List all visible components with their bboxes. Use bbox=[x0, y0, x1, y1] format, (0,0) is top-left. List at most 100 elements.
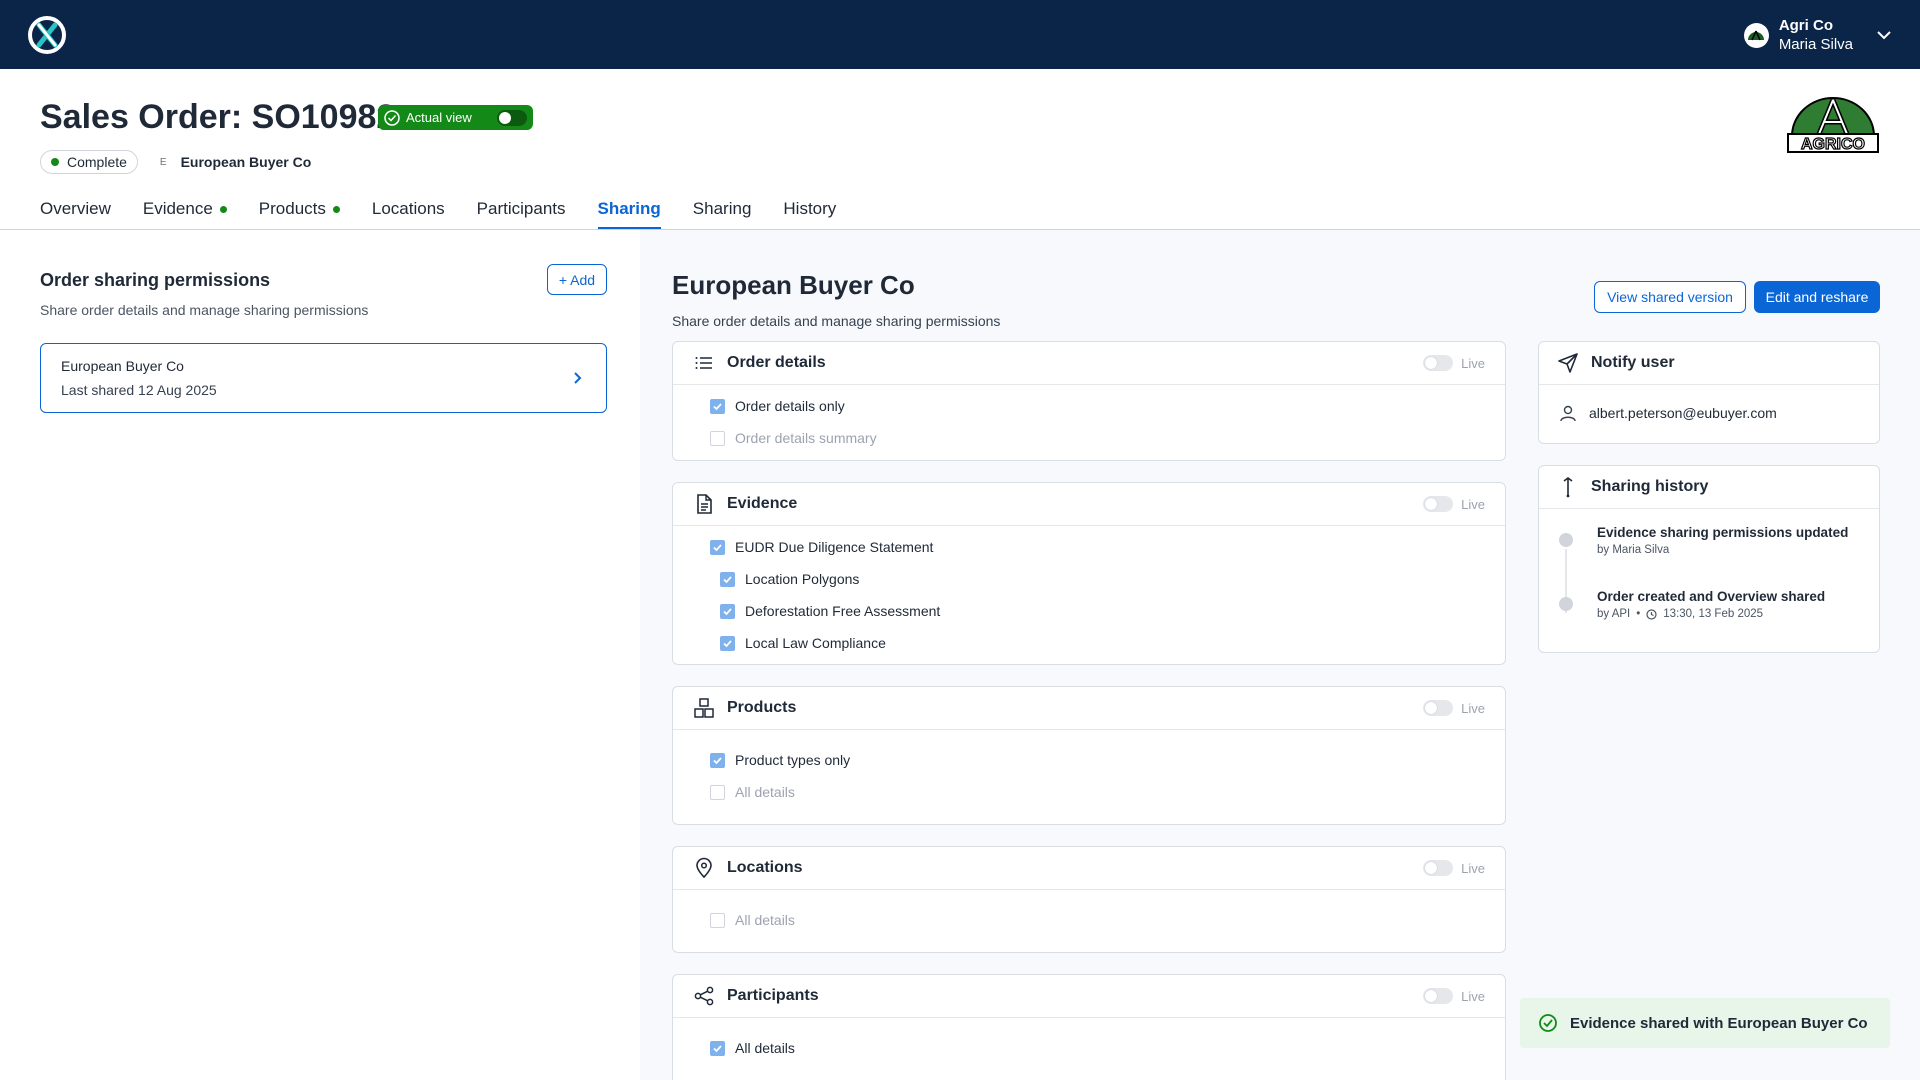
sharing-detail-panel: European Buyer Co Share order details an… bbox=[640, 230, 1920, 1080]
buyer-name: European Buyer Co bbox=[180, 154, 312, 170]
live-toggle[interactable]: Live bbox=[1423, 988, 1485, 1004]
actual-view-toggle[interactable]: Actual view bbox=[378, 105, 533, 130]
timeline-dot bbox=[1559, 597, 1573, 611]
option-eudr-dds[interactable]: EUDR Due Diligence Statement bbox=[673, 531, 1505, 563]
checkbox[interactable] bbox=[710, 430, 725, 446]
tab-indicator-dot bbox=[219, 205, 227, 213]
view-shared-version-button[interactable]: View shared version bbox=[1594, 281, 1746, 313]
section-title: Products bbox=[727, 699, 797, 716]
app-logo-icon[interactable] bbox=[27, 15, 67, 55]
tab-participants[interactable]: Participants bbox=[477, 193, 566, 225]
timeline-icon bbox=[1563, 477, 1573, 498]
tab-history[interactable]: History bbox=[783, 193, 836, 225]
top-bar: Agri Co Maria Silva bbox=[0, 0, 1920, 69]
option-order-details-summary[interactable]: Order details summary bbox=[673, 422, 1505, 454]
checkbox[interactable] bbox=[710, 1040, 725, 1056]
checkbox[interactable] bbox=[720, 603, 735, 619]
success-toast: Evidence shared with European Buyer Co bbox=[1520, 998, 1890, 1048]
checkbox[interactable] bbox=[710, 539, 725, 555]
tab-sharing-active[interactable]: Sharing bbox=[597, 193, 662, 229]
tab-sharing[interactable]: Sharing bbox=[693, 193, 752, 225]
checkbox[interactable] bbox=[710, 784, 725, 800]
toast-message: Evidence shared with European Buyer Co bbox=[1570, 1014, 1868, 1032]
live-toggle[interactable]: Live bbox=[1423, 860, 1485, 876]
tab-bar: Overview Evidence Products Locations Par… bbox=[40, 193, 836, 229]
history-item: Order created and Overview shared by API… bbox=[1559, 589, 1859, 653]
page-title: Sales Order: SO10982 bbox=[40, 98, 396, 136]
notify-user-row: albert.peterson@eubuyer.com bbox=[1539, 385, 1879, 441]
checkbox[interactable] bbox=[710, 912, 725, 928]
boxes-icon bbox=[694, 698, 714, 718]
checkbox[interactable] bbox=[710, 398, 725, 414]
recipient-name: European Buyer Co bbox=[61, 358, 184, 374]
buyer-initial: E bbox=[159, 156, 167, 168]
svg-text:AGRICO: AGRICO bbox=[1801, 136, 1865, 153]
notify-email: albert.peterson@eubuyer.com bbox=[1589, 405, 1777, 421]
live-switch[interactable] bbox=[1423, 355, 1454, 371]
notify-title: Notify user bbox=[1591, 354, 1675, 371]
history-item-by: by Maria Silva bbox=[1597, 544, 1670, 556]
timeline-dot bbox=[1559, 533, 1573, 547]
add-button[interactable]: + Add bbox=[547, 264, 607, 295]
org-avatar bbox=[1743, 22, 1769, 48]
clock-icon bbox=[1646, 608, 1657, 620]
live-toggle[interactable]: Live bbox=[1423, 355, 1485, 371]
option-location-polygons[interactable]: Location Polygons bbox=[673, 563, 1505, 595]
history-item-time: 13:30, 13 Feb 2025 bbox=[1663, 608, 1764, 620]
option-order-details-only[interactable]: Order details only bbox=[673, 390, 1505, 422]
user-name: Maria Silva bbox=[1778, 36, 1853, 53]
option-local-law-compliance[interactable]: Local Law Compliance bbox=[673, 627, 1505, 659]
option-all-details[interactable]: All details bbox=[673, 1032, 1505, 1064]
history-title: Sharing history bbox=[1591, 478, 1709, 495]
edit-and-reshare-button[interactable]: Edit and reshare bbox=[1754, 281, 1880, 313]
option-all-details[interactable]: All details bbox=[673, 776, 1505, 808]
last-shared-date: Last shared 12 Aug 2025 bbox=[61, 382, 217, 398]
option-all-details[interactable]: All details bbox=[673, 904, 1505, 936]
history-item: Evidence sharing permissions updated by … bbox=[1559, 525, 1859, 589]
status-badge: Complete bbox=[40, 150, 138, 174]
checkbox[interactable] bbox=[720, 635, 735, 651]
actual-view-label: Actual view bbox=[406, 110, 472, 125]
notify-user-card: Notify user albert.peterson@eubuyer.com bbox=[1538, 341, 1880, 444]
history-item-title: Order created and Overview shared bbox=[1597, 589, 1826, 604]
section-order-details: Order details Live Order details only Or… bbox=[672, 341, 1506, 461]
actual-view-switch[interactable] bbox=[497, 109, 527, 126]
history-item-title: Evidence sharing permissions updated bbox=[1597, 525, 1849, 540]
section-locations: Locations Live All details bbox=[672, 846, 1506, 953]
buyer-tag: E European Buyer Co bbox=[160, 154, 311, 170]
map-pin-icon bbox=[696, 857, 712, 879]
live-toggle[interactable]: Live bbox=[1423, 700, 1485, 716]
check-circle-icon bbox=[384, 109, 400, 126]
left-panel-title: Order sharing permissions bbox=[40, 270, 271, 290]
option-deforestation-free[interactable]: Deforestation Free Assessment bbox=[673, 595, 1505, 627]
section-evidence: Evidence Live EUDR Due Diligence Stateme… bbox=[672, 482, 1506, 665]
user-org: Agri Co bbox=[1778, 17, 1833, 34]
tab-overview[interactable]: Overview bbox=[40, 193, 111, 225]
section-title: Order details bbox=[727, 354, 826, 371]
tab-evidence[interactable]: Evidence bbox=[143, 193, 227, 225]
document-icon bbox=[697, 494, 712, 514]
left-panel-subtitle: Share order details and manage sharing p… bbox=[40, 302, 369, 318]
option-product-types-only[interactable]: Product types only bbox=[673, 744, 1505, 776]
chevron-right-icon bbox=[574, 372, 582, 384]
live-switch[interactable] bbox=[1423, 700, 1454, 716]
checkbox[interactable] bbox=[710, 752, 725, 768]
live-switch[interactable] bbox=[1423, 496, 1454, 512]
live-switch[interactable] bbox=[1423, 860, 1454, 876]
status-label: Complete bbox=[67, 154, 127, 170]
user-menu[interactable]: Agri Co Maria Silva bbox=[1743, 15, 1893, 55]
tab-products[interactable]: Products bbox=[259, 193, 340, 225]
separator-dot: • bbox=[1636, 608, 1641, 620]
section-title: Evidence bbox=[727, 495, 798, 512]
tab-indicator-dot bbox=[332, 205, 340, 213]
send-icon bbox=[1558, 353, 1578, 373]
sharing-history-card: Sharing history Evidence sharing permiss… bbox=[1538, 465, 1880, 653]
tab-locations[interactable]: Locations bbox=[372, 193, 445, 225]
checkbox[interactable] bbox=[720, 571, 735, 587]
share-recipient-card[interactable]: European Buyer Co Last shared 12 Aug 202… bbox=[40, 343, 607, 413]
chevron-down-icon[interactable] bbox=[1875, 26, 1893, 44]
live-toggle[interactable]: Live bbox=[1423, 496, 1485, 512]
check-circle-icon bbox=[1539, 1014, 1557, 1032]
live-switch[interactable] bbox=[1423, 988, 1454, 1004]
user-icon bbox=[1560, 405, 1576, 422]
